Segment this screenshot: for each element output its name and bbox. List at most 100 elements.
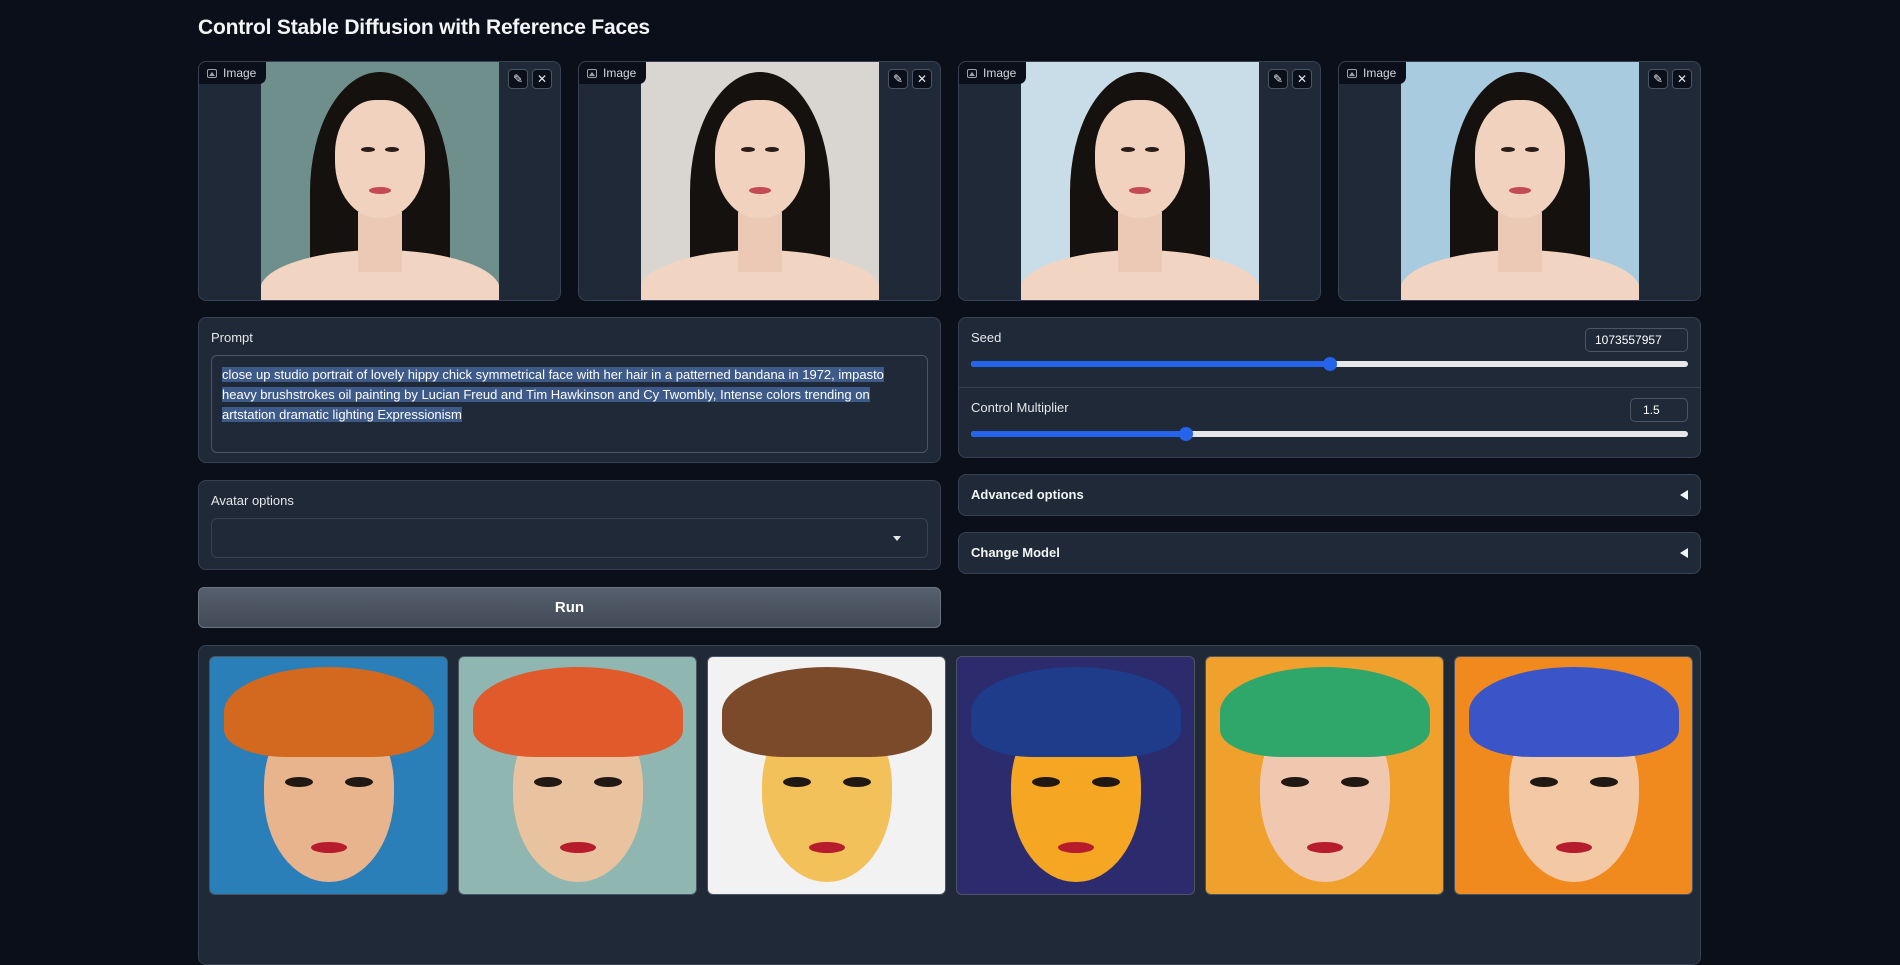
image-label: Image <box>579 62 647 84</box>
image-tools: ✎ ✕ <box>1268 69 1312 89</box>
collapse-arrow-icon <box>1680 490 1688 500</box>
close-icon[interactable]: ✕ <box>1672 69 1692 89</box>
painted-lips <box>559 842 596 853</box>
control-multiplier-slider[interactable] <box>971 427 1688 441</box>
painted-lips <box>1306 842 1343 853</box>
photo-neck <box>737 212 782 272</box>
photo-face <box>1094 100 1185 218</box>
prompt-panel: Prompt close up studio portrait of lovel… <box>198 317 941 463</box>
image-label: Image <box>199 62 267 84</box>
photo-face <box>714 100 805 218</box>
control-multiplier-input[interactable]: 1.5 <box>1630 398 1688 422</box>
image-label: Image <box>959 62 1027 84</box>
painted-eye <box>285 777 313 787</box>
image-icon <box>967 68 977 78</box>
photo-lips <box>1128 187 1151 194</box>
gallery-image-4[interactable] <box>956 656 1195 895</box>
change-model-accordion[interactable]: Change Model <box>958 532 1701 574</box>
gallery-image-1[interactable] <box>209 656 448 895</box>
reference-image-4[interactable]: Image ✎ ✕ <box>1338 61 1701 301</box>
output-gallery <box>198 645 1701 965</box>
reference-photo <box>1020 62 1259 300</box>
run-button[interactable]: Run <box>198 587 941 628</box>
image-tools: ✎ ✕ <box>508 69 552 89</box>
painted-eye <box>345 777 373 787</box>
close-icon[interactable]: ✕ <box>1292 69 1312 89</box>
painted-headwrap <box>472 667 683 757</box>
photo-eye <box>360 147 375 152</box>
image-label: Image <box>1339 62 1407 84</box>
image-icon <box>1347 68 1357 78</box>
pencil-icon[interactable]: ✎ <box>1268 69 1288 89</box>
painted-eye <box>843 777 871 787</box>
gallery-image-2[interactable] <box>458 656 697 895</box>
painted-headwrap <box>1468 667 1679 757</box>
seed-input[interactable]: 1073557957 <box>1585 328 1688 352</box>
image-icon <box>587 68 597 78</box>
page-title: Control Stable Diffusion with Reference … <box>198 16 650 39</box>
painted-headwrap <box>970 667 1181 757</box>
image-label-text: Image <box>983 66 1017 80</box>
painted-eye <box>534 777 562 787</box>
photo-face <box>334 100 425 218</box>
chevron-down-icon <box>893 536 901 541</box>
painted-headwrap <box>223 667 434 757</box>
photo-neck <box>357 212 402 272</box>
gallery-image-5[interactable] <box>1205 656 1444 895</box>
prompt-textarea[interactable]: close up studio portrait of lovely hippy… <box>211 355 928 453</box>
image-tools: ✎ ✕ <box>888 69 932 89</box>
photo-face <box>1474 100 1565 218</box>
gallery-image-3[interactable] <box>707 656 946 895</box>
painted-lips <box>310 842 347 853</box>
gallery-image-6[interactable] <box>1454 656 1693 895</box>
image-label-text: Image <box>223 66 257 80</box>
close-icon[interactable]: ✕ <box>912 69 932 89</box>
advanced-options-accordion[interactable]: Advanced options <box>958 474 1701 516</box>
pencil-icon[interactable]: ✎ <box>508 69 528 89</box>
control-multiplier-slider-thumb[interactable] <box>1179 427 1194 441</box>
prompt-label: Prompt <box>211 330 253 345</box>
image-tools: ✎ ✕ <box>1648 69 1692 89</box>
collapse-arrow-icon <box>1680 548 1688 558</box>
seed-slider-thumb[interactable] <box>1322 357 1337 371</box>
photo-lips <box>368 187 391 194</box>
photo-eye <box>740 147 755 152</box>
avatar-options-panel: Avatar options <box>198 480 941 570</box>
reference-image-3[interactable]: Image ✎ ✕ <box>958 61 1321 301</box>
painted-eye <box>1281 777 1309 787</box>
photo-eye <box>764 147 779 152</box>
reference-photo <box>260 62 499 300</box>
seed-slider[interactable] <box>971 357 1688 371</box>
pencil-icon[interactable]: ✎ <box>888 69 908 89</box>
photo-eye <box>1524 147 1539 152</box>
change-model-label: Change Model <box>971 545 1060 560</box>
avatar-options-label: Avatar options <box>211 493 294 508</box>
painted-eye <box>783 777 811 787</box>
painted-eye <box>1092 777 1120 787</box>
reference-image-2[interactable]: Image ✎ ✕ <box>578 61 941 301</box>
painted-headwrap <box>721 667 932 757</box>
painted-lips <box>1555 842 1592 853</box>
control-multiplier-label: Control Multiplier <box>971 400 1069 415</box>
painted-eye <box>1032 777 1060 787</box>
painted-eye <box>1530 777 1558 787</box>
pencil-icon[interactable]: ✎ <box>1648 69 1668 89</box>
divider <box>959 387 1700 388</box>
photo-lips <box>748 187 771 194</box>
photo-neck <box>1117 212 1162 272</box>
control-multiplier-slider-fill <box>971 431 1187 437</box>
painted-lips <box>808 842 845 853</box>
painted-eye <box>1341 777 1369 787</box>
painted-headwrap <box>1219 667 1430 757</box>
reference-image-1[interactable]: Image ✎ ✕ <box>198 61 561 301</box>
photo-lips <box>1508 187 1531 194</box>
photo-eye <box>1144 147 1159 152</box>
avatar-options-dropdown[interactable] <box>211 518 928 558</box>
advanced-options-label: Advanced options <box>971 487 1084 502</box>
photo-eye <box>1500 147 1515 152</box>
photo-neck <box>1497 212 1542 272</box>
reference-photo <box>640 62 879 300</box>
image-icon <box>207 68 217 78</box>
close-icon[interactable]: ✕ <box>532 69 552 89</box>
painted-lips <box>1057 842 1094 853</box>
